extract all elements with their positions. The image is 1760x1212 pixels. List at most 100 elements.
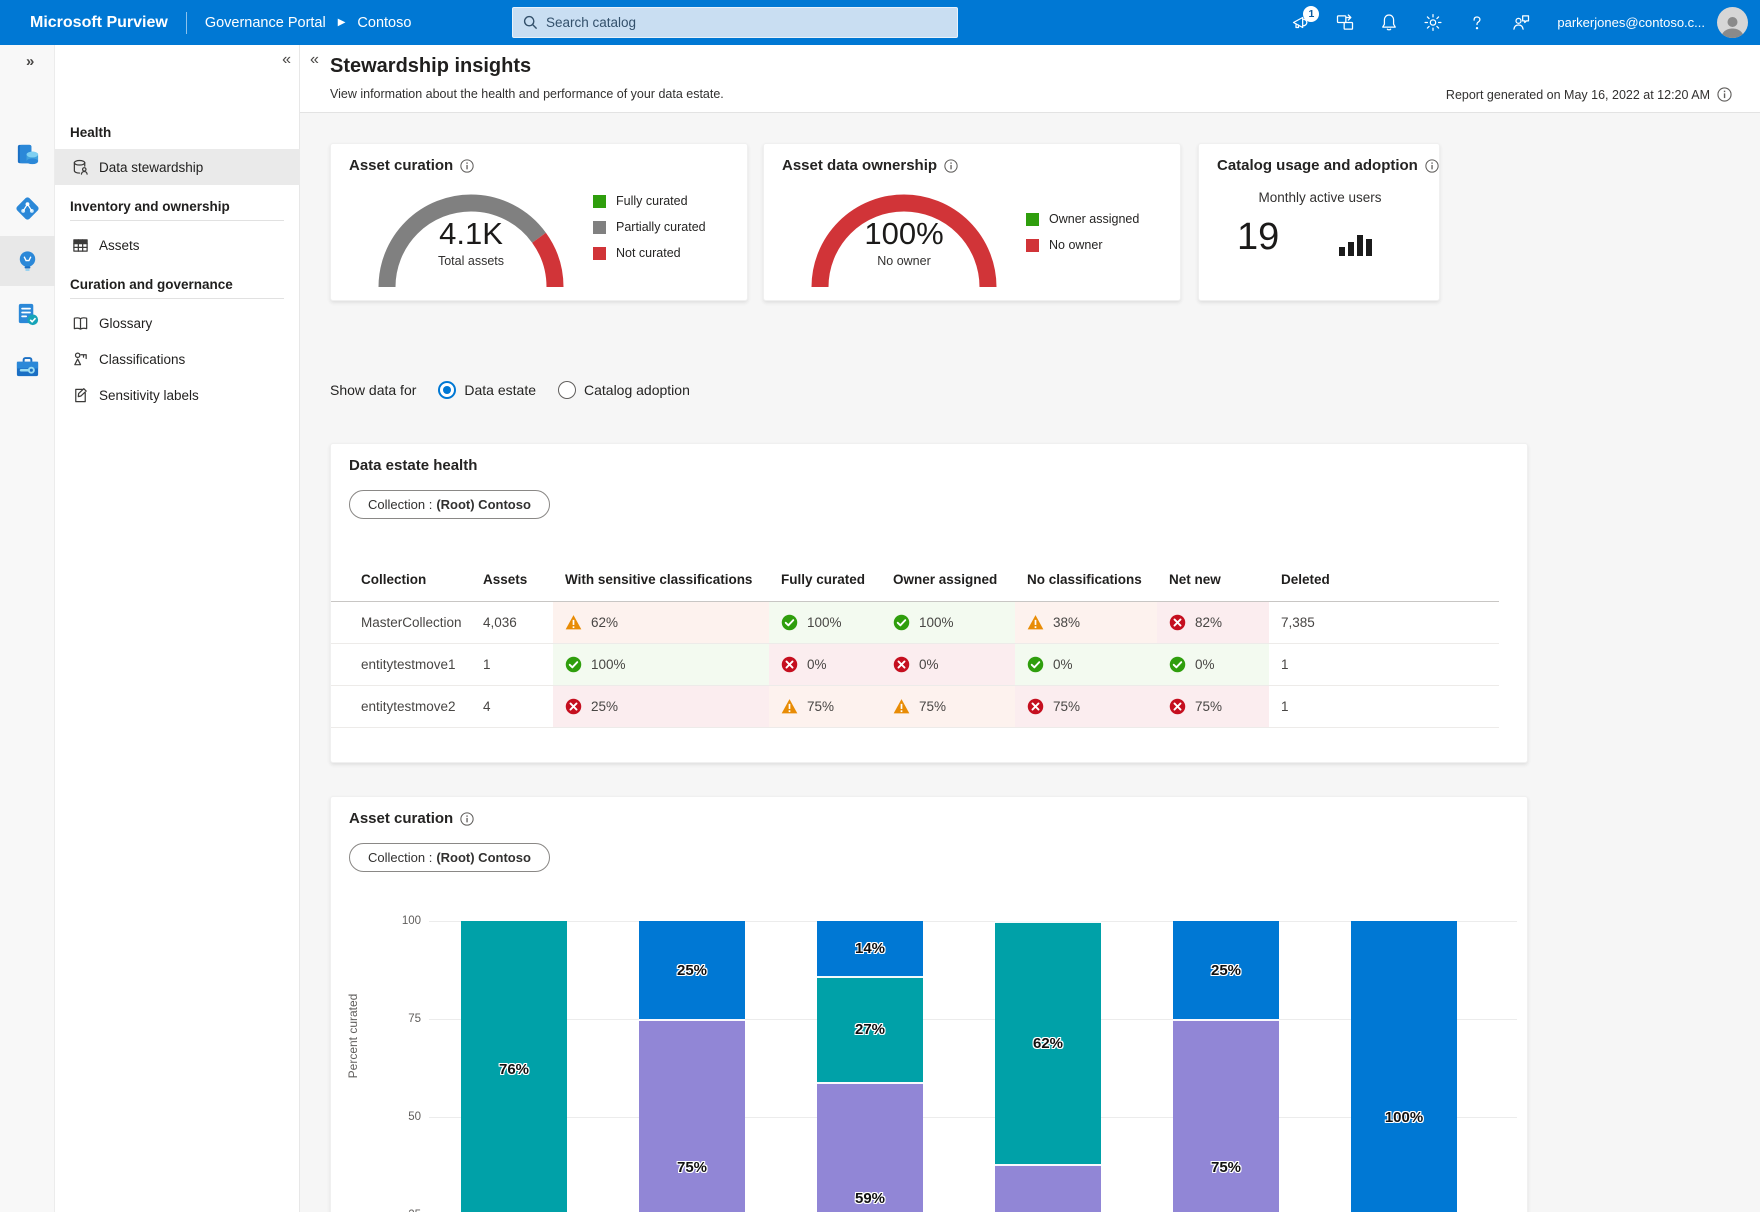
help-icon[interactable]: [1467, 13, 1487, 33]
collection-filter-button[interactable]: Collection :(Root) Contoso: [349, 843, 550, 872]
asset-ownership-card: Asset data ownership 100% No owner Owner…: [763, 143, 1181, 301]
column-header: No classifications: [1015, 562, 1157, 601]
bar-segment-purple: 75%: [1173, 1019, 1279, 1212]
sidebar-section-header: Curation and governance: [70, 277, 233, 292]
legend-item: No owner: [1026, 238, 1139, 252]
data-share-icon[interactable]: [0, 342, 55, 392]
expand-rail-icon[interactable]: »: [26, 53, 32, 70]
glossary-icon: [72, 315, 89, 332]
gauge-label: Total assets: [371, 254, 571, 268]
deleted-count: 1: [1269, 686, 1499, 727]
legend-label: Partially curated: [616, 220, 706, 234]
search-box[interactable]: [512, 7, 958, 38]
data-catalog-icon[interactable]: [0, 130, 55, 180]
notifications-icon[interactable]: [1379, 13, 1399, 33]
status-cell: 0%: [1157, 644, 1269, 685]
y-axis-tick: 50: [379, 1111, 421, 1123]
table-header-row: CollectionAssetsWith sensitive classific…: [331, 562, 1499, 602]
top-bar: Microsoft Purview Governance Portal ▶ Co…: [0, 0, 1760, 45]
assets-icon: [72, 237, 89, 254]
bar-data-label: 14%: [855, 940, 885, 957]
card-title: Asset curation: [349, 157, 474, 174]
topbar-actions: 1 parkerjones@contoso.c...: [1267, 0, 1760, 45]
column-header: Fully curated: [769, 562, 881, 601]
mau-label: Monthly active users: [1199, 190, 1441, 205]
radio-catalog-adoption[interactable]: [558, 381, 576, 399]
status-cell: 100%: [881, 602, 1015, 643]
info-icon[interactable]: [1717, 87, 1732, 102]
page-subtitle: View information about the health and pe…: [330, 87, 724, 101]
info-icon[interactable]: [944, 159, 958, 173]
sidebar-item-assets[interactable]: Assets: [55, 227, 300, 263]
assets-count: 4: [471, 686, 553, 727]
account-email[interactable]: parkerjones@contoso.c...: [1557, 15, 1705, 30]
sidebar-item-label: Classifications: [99, 352, 185, 367]
collapse-pane-icon[interactable]: «: [310, 51, 319, 69]
mau-value: 19: [1237, 216, 1279, 259]
sidebar-item-label: Glossary: [99, 316, 152, 331]
show-data-for-filter: Show data for Data estateCatalog adoptio…: [330, 377, 690, 403]
legend-swatch: [1026, 213, 1039, 226]
notification-badge: 1: [1303, 6, 1319, 22]
check-circle-icon: [565, 656, 582, 673]
stacked-bar: 76%: [461, 921, 567, 1212]
error-circle-icon: [1027, 698, 1044, 715]
radio-data-estate[interactable]: [438, 381, 456, 399]
radio-label[interactable]: Data estate: [464, 382, 536, 398]
check-circle-icon: [1169, 656, 1186, 673]
assets-count: 4,036: [471, 602, 553, 643]
sidebar-item-sensitivity-labels[interactable]: Sensitivity labels: [55, 377, 300, 413]
bar-segment-blue: 25%: [639, 921, 745, 1019]
status-value: 75%: [1195, 699, 1222, 714]
stacked-bar: ≈ 0%62%: [995, 921, 1101, 1212]
bar-segment-purple: 75%: [639, 1019, 745, 1212]
status-value: 75%: [1053, 699, 1080, 714]
info-icon[interactable]: [1425, 159, 1439, 173]
announcements-icon[interactable]: 1: [1291, 13, 1311, 33]
collection-filter-button[interactable]: Collection :(Root) Contoso: [349, 490, 550, 519]
asset-curation-card: Asset curation 4.1K Total assets Fully c…: [330, 143, 748, 301]
check-circle-icon: [893, 614, 910, 631]
insights-icon[interactable]: [0, 236, 55, 286]
warning-triangle-icon: [781, 698, 798, 715]
asset-ownership-legend: Owner assigned No owner: [1026, 212, 1139, 264]
bar-segment-teal: 62%: [995, 921, 1101, 1164]
warning-triangle-icon: [1027, 614, 1044, 631]
asset-curation-legend: Fully curatedPartially curatedNot curate…: [593, 194, 706, 272]
sidebar-item-data-stewardship[interactable]: Data stewardship: [55, 149, 300, 185]
status-cell: 75%: [769, 686, 881, 727]
settings-icon[interactable]: [1423, 13, 1443, 33]
app-rail: »: [0, 45, 55, 1212]
breadcrumb-tenant[interactable]: Contoso: [357, 15, 411, 31]
policy-icon[interactable]: [0, 289, 55, 339]
column-header: With sensitive classifications: [553, 562, 769, 601]
search-input[interactable]: [546, 15, 947, 30]
gauge-value: 100%: [804, 216, 1004, 252]
legend-item: Owner assigned: [1026, 212, 1139, 226]
data-map-icon[interactable]: [0, 183, 55, 233]
page-title: Stewardship insights: [330, 55, 531, 78]
error-circle-icon: [565, 698, 582, 715]
stacked-bar: 100%: [1351, 921, 1457, 1212]
search-icon: [523, 15, 538, 30]
error-circle-icon: [1169, 614, 1186, 631]
feedback-icon[interactable]: [1511, 13, 1531, 33]
info-icon[interactable]: [460, 812, 474, 826]
breadcrumb-portal[interactable]: Governance Portal: [205, 15, 326, 31]
radio-label[interactable]: Catalog adoption: [584, 382, 690, 398]
sidebar-item-glossary[interactable]: Glossary: [55, 305, 300, 341]
status-value: 0%: [1195, 657, 1215, 672]
bar-data-label: 62%: [1033, 1035, 1063, 1052]
sidebar-item-label: Sensitivity labels: [99, 388, 199, 403]
collapse-sidebar-icon[interactable]: «: [282, 51, 291, 69]
switch-icon[interactable]: [1335, 13, 1355, 33]
y-axis-tick: 100: [379, 915, 421, 927]
bar-segment-blue: 14%: [817, 921, 923, 976]
purview-portal: Microsoft Purview Governance Portal ▶ Co…: [0, 0, 1760, 1212]
status-cell: 0%: [881, 644, 1015, 685]
sidebar-divider: [70, 298, 284, 299]
avatar[interactable]: [1717, 7, 1748, 38]
legend-item: Not curated: [593, 246, 706, 260]
sidebar-item-classifications[interactable]: Classifications: [55, 341, 300, 377]
info-icon[interactable]: [460, 159, 474, 173]
